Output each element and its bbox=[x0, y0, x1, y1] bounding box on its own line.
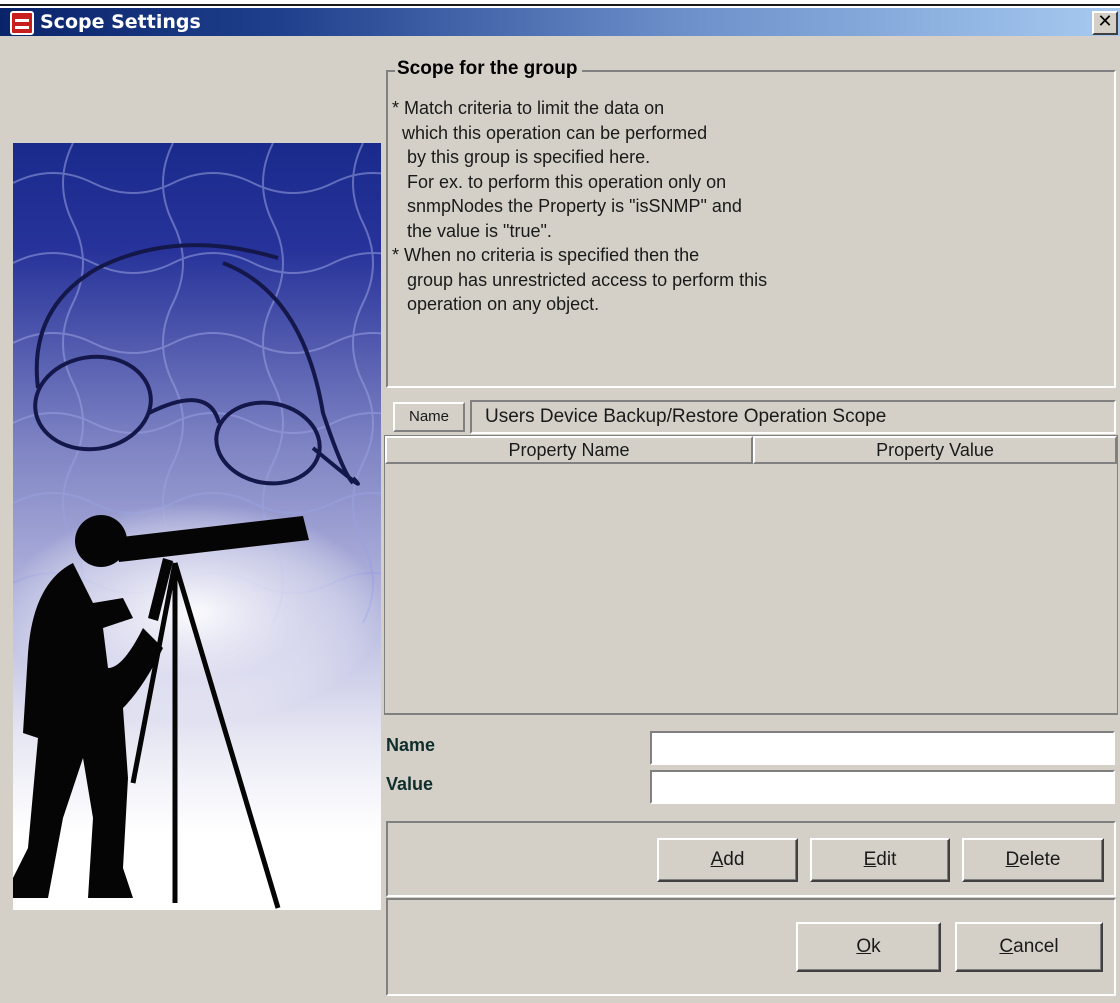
add-button-label: dd bbox=[723, 849, 745, 870]
app-icon[interactable] bbox=[10, 11, 34, 35]
window-title: Scope Settings bbox=[40, 11, 201, 33]
cancel-button-label: ancel bbox=[1013, 936, 1059, 957]
ok-button-label: k bbox=[871, 936, 881, 957]
cancel-button[interactable]: Cancel bbox=[955, 922, 1103, 972]
column-header-property-value[interactable]: Property Value bbox=[753, 436, 1117, 464]
telescope-man-illustration bbox=[13, 143, 381, 909]
cancel-button-mnemonic: C bbox=[999, 936, 1014, 957]
title-bar[interactable]: Scope Settings ✕ bbox=[0, 6, 1120, 36]
ok-button-mnemonic: O bbox=[856, 936, 872, 957]
illustration-panel bbox=[13, 143, 381, 910]
scope-description-line: which this operation can be performed bbox=[392, 122, 708, 143]
scope-description-line: For ex. to perform this operation only o… bbox=[392, 171, 727, 192]
scope-description-line: * When no criteria is specified then the bbox=[392, 245, 700, 265]
property-name-label: Name bbox=[386, 735, 436, 755]
scope-description-line: by this group is specified here. bbox=[392, 147, 651, 167]
close-icon[interactable]: ✕ bbox=[1092, 11, 1118, 35]
scope-description: * Match criteria to limit the data on wh… bbox=[392, 98, 767, 319]
property-value-label: Value bbox=[386, 774, 434, 794]
delete-button-mnemonic: D bbox=[1005, 849, 1020, 870]
property-table[interactable]: Property Name Property Value bbox=[384, 435, 1118, 715]
edit-button-label: dit bbox=[876, 849, 897, 870]
edit-button[interactable]: Edit bbox=[810, 838, 950, 882]
scope-name-label: Name bbox=[393, 402, 465, 432]
scope-group-title: Scope for the group bbox=[395, 58, 582, 80]
add-button[interactable]: Add bbox=[657, 838, 798, 882]
scope-description-line: group has unrestricted access to perform… bbox=[392, 269, 768, 290]
scope-description-line: * Match criteria to limit the data on bbox=[392, 98, 665, 118]
scope-description-line: the value is "true". bbox=[392, 220, 552, 241]
ok-button[interactable]: Ok bbox=[796, 922, 941, 972]
scope-description-line: operation on any object. bbox=[392, 294, 600, 314]
delete-button-label: elete bbox=[1019, 849, 1061, 870]
add-button-mnemonic: A bbox=[710, 849, 724, 870]
delete-button[interactable]: Delete bbox=[962, 838, 1104, 882]
scope-description-line: snmpNodes the Property is "isSNMP" and bbox=[392, 196, 742, 216]
property-name-input[interactable] bbox=[650, 731, 1115, 765]
property-value-input[interactable] bbox=[650, 770, 1115, 804]
column-header-property-name[interactable]: Property Name bbox=[385, 436, 753, 464]
edit-button-mnemonic: E bbox=[863, 849, 877, 870]
scope-name-value[interactable]: Users Device Backup/Restore Operation Sc… bbox=[470, 400, 1116, 434]
